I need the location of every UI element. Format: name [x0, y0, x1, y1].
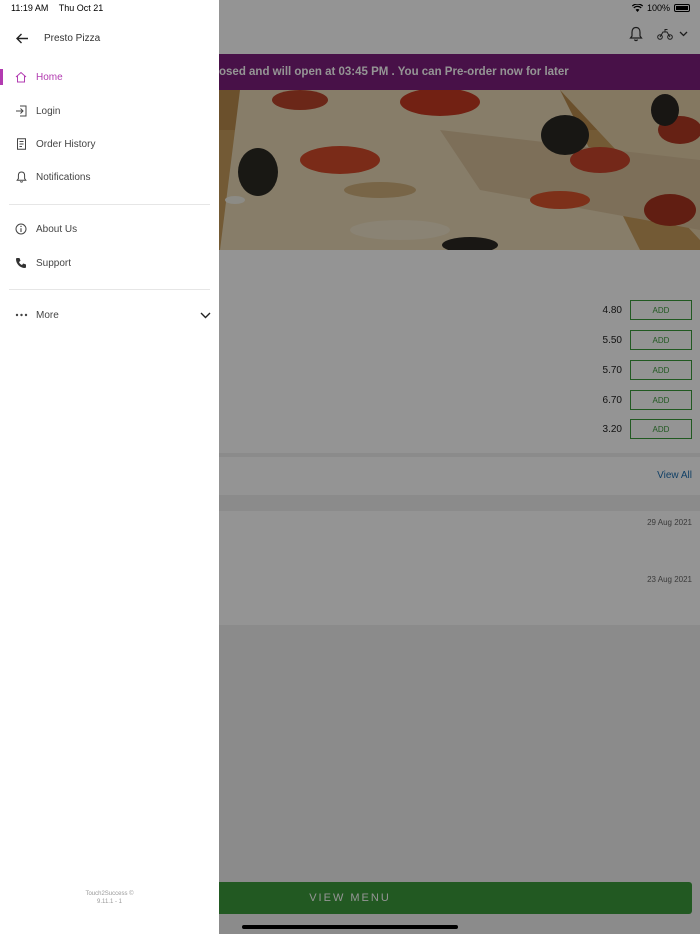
bell-icon	[0, 171, 36, 183]
status-bar-left: 11:19 AM Thu Oct 21	[11, 3, 111, 13]
arrow-left-icon	[15, 33, 28, 43]
active-indicator	[0, 69, 3, 85]
top-actions	[629, 26, 688, 42]
home-indicator	[242, 925, 458, 929]
copyright-text: Touch2Success ©	[85, 891, 134, 897]
phone-icon	[0, 257, 36, 269]
add-button[interactable]: ADD	[630, 419, 692, 439]
menu-item-row: 3.20 ADD	[592, 419, 692, 439]
drawer-item-label: Notifications	[36, 171, 91, 183]
status-bar-right: 100%	[631, 3, 690, 13]
status-date: Thu Oct 21	[58, 3, 104, 13]
battery-icon	[674, 4, 690, 12]
home-icon	[0, 71, 36, 83]
version-text: 9.11.1 - 1	[97, 899, 122, 905]
menu-divider	[9, 204, 210, 205]
menu-item-row: 4.80 ADD	[592, 300, 692, 320]
login-icon	[0, 105, 36, 117]
menu-item-row: 6.70 ADD	[592, 390, 692, 410]
navigation-drawer: 11:19 AM Thu Oct 21 Presto Pizza Home Lo…	[0, 0, 219, 934]
drawer-item-label: Support	[36, 257, 72, 269]
drawer-item-login[interactable]: Login	[0, 96, 219, 126]
review-date: 23 Aug 2021	[647, 575, 692, 584]
drawer-item-support[interactable]: Support	[0, 248, 219, 278]
app-version-footer: Touch2Success © 9.11.1 - 1	[0, 890, 219, 906]
battery-percent: 100%	[646, 3, 670, 13]
drawer-header: Presto Pizza	[0, 28, 219, 48]
item-price: 3.20	[602, 423, 622, 435]
bell-icon[interactable]	[629, 26, 643, 42]
menu-item-row: 5.70 ADD	[592, 360, 692, 380]
chevron-down-icon	[200, 306, 211, 324]
drawer-item-label: About Us	[36, 223, 78, 235]
drawer-item-home[interactable]: Home	[0, 62, 219, 92]
add-button[interactable]: ADD	[630, 390, 692, 410]
menu-item-row: 5.50 ADD	[592, 330, 692, 350]
drawer-item-label: Home	[36, 71, 63, 83]
drawer-item-about-us[interactable]: About Us	[0, 214, 219, 244]
item-price: 6.70	[602, 394, 622, 406]
drawer-item-label: Login	[36, 105, 61, 117]
scooter-icon	[657, 29, 673, 40]
add-button[interactable]: ADD	[630, 330, 692, 350]
item-price: 5.70	[602, 364, 622, 376]
drawer-item-order-history[interactable]: Order History	[0, 129, 219, 159]
wifi-icon	[631, 4, 643, 12]
receipt-icon	[0, 138, 36, 150]
ellipsis-icon	[0, 313, 36, 317]
chevron-down-icon	[679, 31, 688, 37]
restaurant-name: Presto Pizza	[44, 32, 101, 44]
drawer-item-notifications[interactable]: Notifications	[0, 162, 219, 192]
status-time: 11:19 AM	[11, 3, 49, 13]
info-icon	[0, 223, 36, 235]
delivery-mode-selector[interactable]	[657, 28, 688, 40]
drawer-item-label: Order History	[36, 138, 96, 150]
back-button[interactable]	[0, 28, 44, 48]
item-price: 4.80	[602, 304, 622, 316]
menu-divider	[9, 289, 210, 290]
item-price: 5.50	[602, 334, 622, 346]
drawer-item-label: More	[36, 309, 59, 321]
add-button[interactable]: ADD	[630, 360, 692, 380]
drawer-item-more[interactable]: More	[0, 300, 219, 330]
review-date: 29 Aug 2021	[647, 518, 692, 527]
view-all-reviews-link[interactable]: View All	[657, 470, 692, 481]
add-button[interactable]: ADD	[630, 300, 692, 320]
